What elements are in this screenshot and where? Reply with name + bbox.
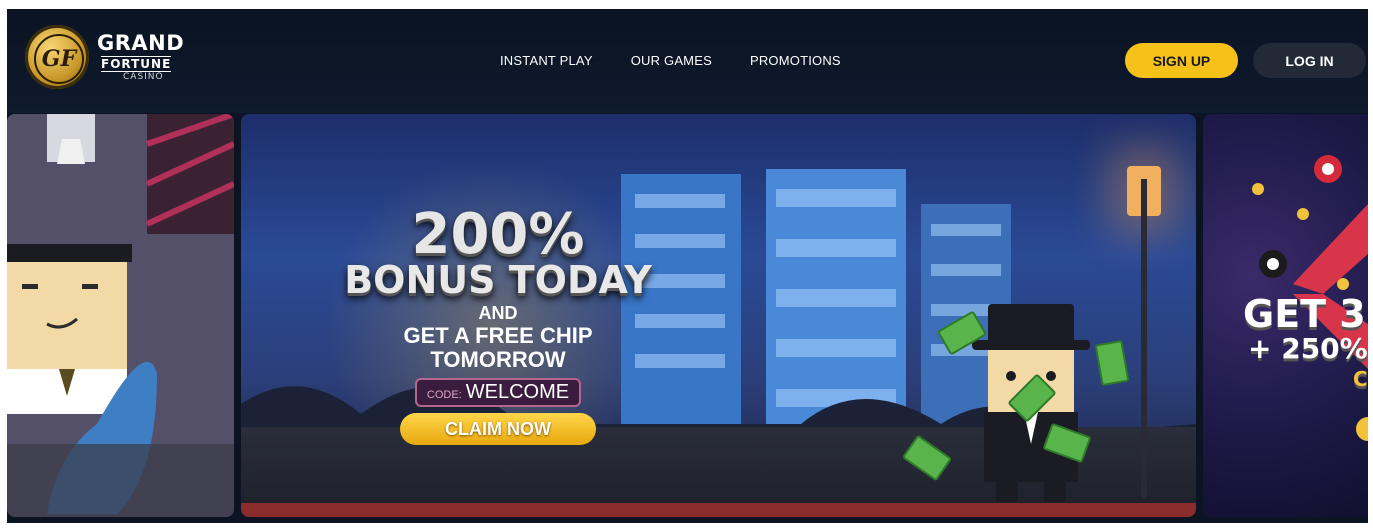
- log-in-button[interactable]: LOG IN: [1253, 43, 1366, 78]
- promo-copy: 200% BONUS TODAY AND GET A FREE CHIP TOM…: [313, 202, 683, 445]
- logo-wordmark: GRAND FORTUNE CASINO: [97, 33, 184, 83]
- promo-bonus-today: BONUS TODAY: [344, 258, 652, 302]
- promo-code-value: WELCOME: [465, 381, 570, 403]
- promo-free-chip: GET A FREE CHIP: [403, 323, 593, 348]
- curb-stripe: [241, 503, 1196, 517]
- promo-tomorrow: TOMORROW: [430, 347, 566, 372]
- nav-promotions[interactable]: PROMOTIONS: [750, 53, 841, 68]
- next-slide-line1: GET 3: [1243, 292, 1366, 336]
- logo-monogram: GF: [34, 34, 84, 84]
- site-header: GF GRAND FORTUNE CASINO INSTANT PLAY OUR…: [7, 9, 1368, 113]
- page-frame: GF GRAND FORTUNE CASINO INSTANT PLAY OUR…: [7, 9, 1368, 523]
- promo-and: AND: [478, 303, 518, 323]
- nav-our-games[interactable]: OUR GAMES: [631, 53, 712, 68]
- claim-now-button[interactable]: CLAIM NOW: [400, 413, 596, 445]
- logo-line-fortune: FORTUNE: [101, 56, 172, 72]
- main-nav: INSTANT PLAY OUR GAMES PROMOTIONS: [500, 53, 841, 68]
- brand-logo[interactable]: GF GRAND FORTUNE CASINO: [25, 23, 205, 93]
- promo-percent: 200%: [411, 202, 585, 267]
- carousel-slide-previous[interactable]: [7, 114, 234, 517]
- nav-instant-play[interactable]: INSTANT PLAY: [500, 53, 593, 68]
- sign-up-button[interactable]: SIGN UP: [1125, 43, 1238, 78]
- logo-line-casino: CASINO: [123, 72, 164, 82]
- next-slide-line3: C: [1353, 367, 1368, 391]
- carousel-slide-next[interactable]: GET 3 + 250% C: [1203, 114, 1368, 517]
- lamp-post: [1141, 179, 1147, 499]
- gold-coin-monogram-icon: GF: [25, 25, 89, 89]
- logo-line-grand: GRAND: [97, 31, 185, 55]
- carousel-slide-active[interactable]: 200% BONUS TODAY AND GET A FREE CHIP TOM…: [241, 114, 1196, 517]
- promo-code-label: CODE:: [426, 389, 462, 401]
- previous-slide-illustration: [7, 114, 234, 517]
- next-slide-copy: GET 3 + 250% C: [1243, 294, 1368, 394]
- promo-code-badge[interactable]: CODE: WELCOME: [414, 378, 582, 407]
- next-slide-line2: + 250%: [1248, 332, 1368, 365]
